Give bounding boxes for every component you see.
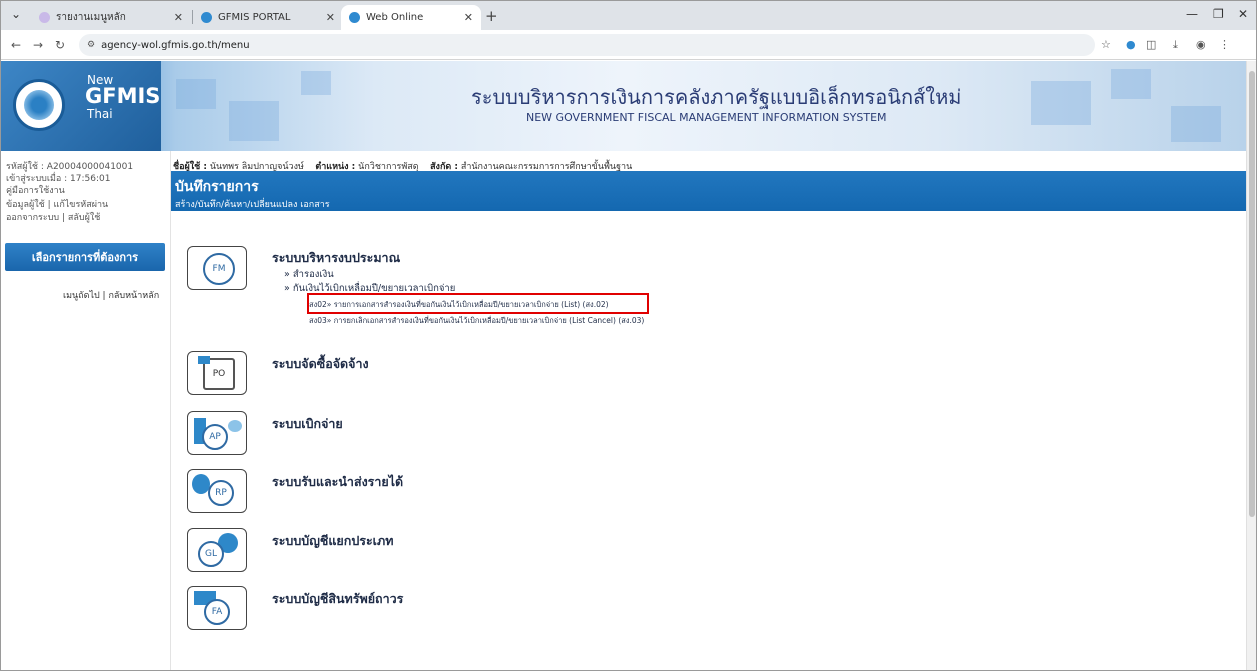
manual-link[interactable]: คู่มือการใช้งาน	[6, 183, 65, 197]
logo-thai-text: Thai	[87, 107, 113, 121]
close-window-button[interactable]: ✕	[1238, 7, 1248, 21]
system-title-thai: ระบบบริหารการเงินการคลังภาครัฐแบบอิเล็กท…	[471, 85, 962, 109]
module-title-ap[interactable]: ระบบเบิกจ่าย	[272, 414, 343, 434]
restore-button[interactable]: ❐	[1213, 7, 1224, 21]
fa-icon[interactable]: FA	[187, 586, 247, 630]
browser-menu-icon[interactable]: ⋮	[1219, 38, 1230, 51]
address-bar: ← → ↻ ⚙ agency-wol.gfmis.go.th/menu ☆ ● …	[1, 30, 1256, 60]
close-tab-icon[interactable]: ✕	[326, 11, 335, 24]
gl-icon[interactable]: GL	[187, 528, 247, 572]
page-scrollbar[interactable]	[1246, 61, 1256, 670]
banner-decoration	[229, 101, 279, 141]
download-icon[interactable]: ⤓	[1173, 38, 1178, 52]
module-title-fa[interactable]: ระบบบัญชีสินทรัพย์ถาวร	[272, 589, 403, 609]
banner-decoration	[1111, 69, 1151, 99]
user-links[interactable]: ข้อมูลผู้ใช้ | แก้ไขรหัสผ่าน	[6, 197, 108, 211]
module-title-rp[interactable]: ระบบรับและนำส่งรายได้	[272, 472, 403, 492]
gl-icon-label: GL	[198, 541, 224, 567]
select-menu-button[interactable]: เลือกรายการที่ต้องการ	[5, 243, 165, 271]
banner-decoration	[176, 79, 216, 109]
ap-icon[interactable]: AP	[187, 411, 247, 455]
close-tab-icon[interactable]: ✕	[464, 11, 473, 24]
module-title-po[interactable]: ระบบจัดซื้อจัดจ้าง	[272, 354, 369, 374]
url-text: agency-wol.gfmis.go.th/menu	[101, 39, 250, 51]
tab-label: GFMIS PORTAL	[218, 12, 291, 23]
sidebar: รหัสผู้ใช้ : A20004000041001 เข้าสู่ระบบ…	[1, 151, 171, 670]
scrollbar-thumb[interactable]	[1249, 71, 1255, 517]
extension-icon[interactable]: ●	[1126, 38, 1136, 51]
url-input[interactable]: ⚙ agency-wol.gfmis.go.th/menu	[79, 34, 1095, 56]
module-title-fm[interactable]: ระบบบริหารงบประมาณ	[272, 248, 400, 268]
logout-links[interactable]: ออกจากระบบ | สลับผู้ใช้	[6, 210, 100, 224]
back-icon[interactable]: ←	[11, 38, 21, 52]
logo-gfmis-text: GFMIS	[85, 84, 161, 108]
tab-gfmis-portal[interactable]: GFMIS PORTAL ✕	[193, 5, 343, 30]
reload-icon[interactable]: ↻	[55, 38, 65, 52]
browser-window: ⌄ รายงานเมนูหลัก ✕ GFMIS PORTAL ✕ Web On…	[0, 0, 1257, 671]
logo-emblem-icon	[13, 79, 65, 131]
tab-search-icon[interactable]: ⌄	[11, 7, 21, 21]
profile-avatar-icon[interactable]: ◉	[1196, 38, 1206, 51]
fa-icon-label: FA	[204, 599, 230, 625]
gfmis-logo[interactable]: New GFMIS Thai	[1, 61, 161, 151]
ap-icon-label: AP	[202, 424, 228, 450]
page-title-bar: บันทึกรายการ สร้าง/บันทึก/ค้นหา/เปลี่ยนแ…	[171, 171, 1248, 211]
tab-favicon-icon	[39, 12, 50, 23]
close-tab-icon[interactable]: ✕	[174, 11, 183, 24]
pie-chart-icon	[228, 420, 242, 432]
banner-decoration	[1171, 106, 1221, 142]
page-subtitle: สร้าง/บันทึก/ค้นหา/เปลี่ยนแปลง เอกสาร	[175, 200, 330, 210]
banner-decoration	[1031, 81, 1091, 125]
tab-main-menu[interactable]: รายงานเมนูหลัก ✕	[31, 5, 191, 30]
fm-icon[interactable]: FM	[187, 246, 247, 290]
po-icon[interactable]: PO	[187, 351, 247, 395]
menu-reserve-money[interactable]: » สำรองเงิน	[284, 267, 334, 282]
minimize-button[interactable]: —	[1186, 7, 1198, 21]
rp-icon-label: RP	[208, 480, 234, 506]
highlight-box	[307, 293, 649, 314]
tab-web-online[interactable]: Web Online ✕	[341, 5, 481, 30]
banner-decoration	[301, 71, 331, 95]
tab-label: รายงานเมนูหลัก	[56, 12, 126, 23]
page-title: บันทึกรายการ	[175, 179, 259, 195]
fm-icon-label: FM	[203, 253, 235, 285]
extensions-puzzle-icon[interactable]: ◫	[1146, 38, 1156, 51]
next-back-links[interactable]: เมนูถัดไป | กลับหน้าหลัก	[63, 288, 159, 302]
page-content: New GFMIS Thai ระบบบริหารการเงินการคลังภ…	[1, 61, 1248, 670]
system-title-english: NEW GOVERNMENT FISCAL MANAGEMENT INFORMA…	[526, 111, 887, 124]
bookmark-star-icon[interactable]: ☆	[1101, 38, 1111, 51]
forward-icon[interactable]: →	[33, 38, 43, 52]
tab-label: Web Online	[366, 12, 424, 23]
new-tab-button[interactable]: +	[485, 7, 498, 25]
tab-favicon-icon	[201, 12, 212, 23]
menu-item-sg03[interactable]: สง03» การยกเลิกเอกสารสำรองเงินที่ขอกันเง…	[309, 315, 644, 327]
cart-icon	[198, 356, 210, 364]
site-info-icon[interactable]: ⚙	[87, 40, 95, 50]
module-title-gl[interactable]: ระบบบัญชีแยกประเภท	[272, 531, 393, 551]
header-banner: New GFMIS Thai ระบบบริหารการเงินการคลังภ…	[1, 61, 1248, 151]
tab-favicon-icon	[349, 12, 360, 23]
rp-icon[interactable]: RP	[187, 469, 247, 513]
tab-strip: ⌄ รายงานเมนูหลัก ✕ GFMIS PORTAL ✕ Web On…	[1, 1, 1256, 30]
